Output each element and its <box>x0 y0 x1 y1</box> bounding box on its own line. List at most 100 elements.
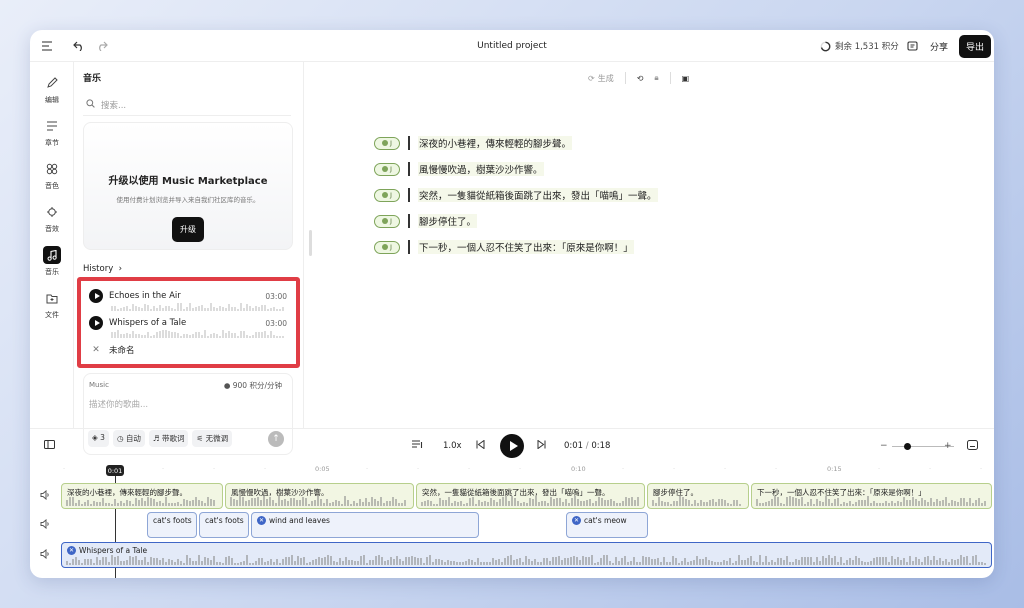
waveform-bar <box>366 563 368 565</box>
regenerate-icon[interactable]: ⟲ <box>637 74 644 83</box>
search-input[interactable]: 搜索... <box>101 99 126 111</box>
history-item[interactable]: Echoes in the Air 03:00 <box>89 285 287 311</box>
sfx-clip[interactable]: ✕ wind and leaves <box>251 512 479 538</box>
waveform-bar <box>270 559 272 565</box>
sfx-clip[interactable]: cat's foots <box>147 512 197 538</box>
export-button[interactable]: 导出 <box>959 34 992 58</box>
playlist-button[interactable] <box>412 429 423 463</box>
rail-item-sound-effects[interactable]: 音效 <box>30 203 74 234</box>
menu-button[interactable] <box>38 30 56 62</box>
text-line[interactable]: J 下一秒，一個人忍不住笑了出來：「原來是你啊！」 <box>374 238 634 256</box>
layout-icon[interactable]: ▣ <box>682 74 690 83</box>
voice-tag[interactable]: J <box>374 214 400 228</box>
line-text[interactable]: 突然，一隻貓從紙箱後面跳了出來，發出「喵嗚」一聲。 <box>418 188 658 202</box>
waveform-bar <box>126 559 128 565</box>
music-clip[interactable]: ✕ Whispers of a Tale <box>61 542 992 568</box>
waveform-bar <box>93 501 95 506</box>
waveform-bar <box>972 556 974 565</box>
playhead-badge[interactable]: 0:01 <box>106 465 124 476</box>
credits-indicator: 剩余 1,531 积分 <box>820 30 899 62</box>
text-line[interactable]: J 突然，一隻貓從紙箱後面跳了出來，發出「喵嗚」一聲。 <box>374 186 658 204</box>
play-icon[interactable] <box>89 316 103 330</box>
line-text[interactable]: 腳步停住了。 <box>418 214 478 228</box>
lock-icon[interactable]: 🔒︎ <box>654 73 658 83</box>
skip-forward-button[interactable] <box>537 429 546 463</box>
sfx-clip[interactable]: cat's foots <box>199 512 249 538</box>
waveform-bar <box>963 498 965 506</box>
speaker-icon[interactable] <box>40 518 52 531</box>
line-text[interactable]: 風慢慢吹過，樹葉沙沙作響。 <box>418 162 544 176</box>
waveform-bar <box>727 503 729 506</box>
text-line[interactable]: J 風慢慢吹過，樹葉沙沙作響。 <box>374 160 544 178</box>
history-item[interactable]: ✕ 未命名 <box>89 339 287 361</box>
speaker-icon[interactable] <box>40 489 52 502</box>
voice-clip[interactable]: 突然，一隻貓從紙箱後面跳了出來，發出「喵嗚」一聲。 <box>416 483 645 509</box>
waveform-bar <box>171 503 173 506</box>
waveform-bar <box>330 555 332 565</box>
waveform-bar <box>765 501 767 506</box>
voice-tag[interactable]: J <box>374 162 400 176</box>
waveform-bar <box>807 501 809 506</box>
waveform-bar <box>933 556 935 565</box>
play-icon[interactable] <box>89 289 103 303</box>
voice-clip[interactable]: 深夜的小巷裡，傳來輕輕的腳步聲。 <box>61 483 223 509</box>
redo-button[interactable] <box>93 30 111 62</box>
waveform-bar <box>783 503 785 506</box>
comments-button[interactable] <box>903 30 921 62</box>
rail-item-files[interactable]: 文件 <box>30 289 74 320</box>
waveform-bar <box>207 557 209 565</box>
text-line[interactable]: J 腳步停住了。 <box>374 212 478 230</box>
toggle-panel-button[interactable] <box>44 429 55 463</box>
voice-tag[interactable]: J <box>374 188 400 202</box>
captions-button[interactable] <box>967 429 978 463</box>
waveform-bar <box>282 336 284 338</box>
panel-scrollbar[interactable] <box>309 230 312 256</box>
share-button[interactable]: 分享 <box>930 30 948 62</box>
waveform-bar <box>639 562 641 565</box>
waveform-bar <box>216 562 218 565</box>
speaker-icon[interactable] <box>40 548 52 561</box>
history-link[interactable]: History › <box>83 264 122 274</box>
waveform-bar <box>258 306 260 311</box>
waveform-bar <box>453 561 455 565</box>
waveform-bar <box>462 561 464 565</box>
zoom-out-button[interactable]: − <box>880 429 888 463</box>
voice-tag[interactable]: J <box>374 240 400 254</box>
voice-clip[interactable]: 腳步停住了。 <box>647 483 749 509</box>
waveform-bar <box>732 562 734 565</box>
skip-back-button[interactable] <box>476 429 485 463</box>
waveform-bar <box>936 559 938 565</box>
song-description-input[interactable]: 描述你的歌曲... <box>89 398 148 410</box>
zoom-in-button[interactable]: + <box>944 429 952 463</box>
waveform-bar <box>912 560 914 565</box>
play-button[interactable] <box>500 434 524 458</box>
undo-button[interactable] <box>70 30 88 62</box>
sfx-clip[interactable]: ✕ cat's meow <box>566 512 648 538</box>
waveform-bar <box>858 500 860 506</box>
search-field[interactable]: 搜索... <box>83 94 291 116</box>
rail-item-chapters[interactable]: 章节 <box>30 117 74 148</box>
waveform-bar <box>894 558 896 565</box>
text-line[interactable]: J 深夜的小巷裡，傳來輕輕的腳步聲。 <box>374 134 573 152</box>
zoom-knob[interactable] <box>904 442 911 450</box>
rail-item-voices[interactable]: 音色 <box>30 160 74 191</box>
voice-tag[interactable]: J <box>374 136 400 150</box>
close-icon[interactable]: ✕ <box>89 345 103 355</box>
rail-item-edit[interactable]: 编辑 <box>30 74 74 105</box>
rail-item-music[interactable]: 音乐 <box>30 246 74 277</box>
line-text[interactable]: 下一秒，一個人忍不住笑了出來：「原來是你啊！」 <box>418 240 634 254</box>
timeline-ruler[interactable]: 0:05 0:10 0:15 ················ <box>60 462 994 476</box>
generate-button[interactable]: ⟳ 生成 <box>588 73 614 84</box>
music-panel: 音乐 搜索... 升级以使用 Music Marketplace 使用付费计划浏… <box>74 62 304 455</box>
voice-avatar-icon <box>382 166 389 172</box>
speed-button[interactable]: 1.0x <box>443 429 462 463</box>
upgrade-button[interactable]: 升级 <box>172 217 204 242</box>
project-title[interactable]: Untitled project <box>477 41 547 51</box>
waveform-bar <box>132 303 134 311</box>
voice-clip[interactable]: 下一秒，一個人忍不住笑了出來：「原來是你啊！」 <box>751 483 992 509</box>
voice-clip[interactable]: 風慢慢吹過，樹葉沙沙作響。 <box>225 483 414 509</box>
waveform-bar <box>81 562 83 565</box>
history-item[interactable]: Whispers of a Tale 03:00 <box>89 312 287 338</box>
line-text[interactable]: 深夜的小巷裡，傳來輕輕的腳步聲。 <box>418 136 573 150</box>
waveform-bar <box>255 331 257 338</box>
